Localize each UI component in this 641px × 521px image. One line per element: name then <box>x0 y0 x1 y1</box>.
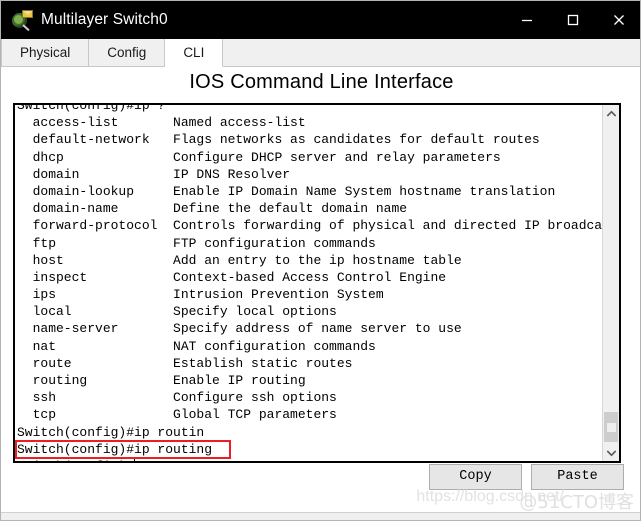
scrollbar-track[interactable] <box>603 122 619 444</box>
tab-config[interactable]: Config <box>89 39 166 66</box>
terminal-line: nat NAT configuration commands <box>17 338 376 354</box>
watermark-brand: @51CTO博客 <box>519 492 634 513</box>
terminal-line: dhcp Configure DHCP server and relay par… <box>17 149 501 165</box>
terminal-line: Switch(config)#ip ? <box>17 105 166 113</box>
chevron-down-icon <box>606 449 616 456</box>
device-tab-strip: Physical Config CLI <box>1 39 640 67</box>
terminal-line: ssh Configure ssh options <box>17 390 337 406</box>
close-button[interactable] <box>596 1 640 39</box>
terminal-line: tcp Global TCP parameters <box>17 407 337 423</box>
terminal-line: routing Enable IP routing <box>17 373 306 388</box>
terminal-action-buttons: Copy Paste <box>429 464 624 490</box>
maximize-icon <box>567 14 579 26</box>
scroll-up-button[interactable] <box>603 105 619 122</box>
multilayer-switch-window: Multilayer Switch0 Physical Config CLI I… <box>0 0 641 521</box>
minimize-button[interactable] <box>504 1 550 39</box>
packet-tracer-switch-icon <box>11 9 33 32</box>
window-bottom-strip <box>1 512 640 520</box>
tab-cli[interactable]: CLI <box>165 39 224 67</box>
terminal-line: domain-name Define the default domain na… <box>17 201 408 217</box>
terminal-line: host Add an entry to the ip hostname tab… <box>17 252 462 268</box>
terminal-scrollbar[interactable] <box>602 105 619 461</box>
title-bar: Multilayer Switch0 <box>1 1 640 39</box>
terminal-line: access-list Named access-list <box>17 115 306 131</box>
paste-button[interactable]: Paste <box>531 464 624 490</box>
watermark-url: https://blog.csdn.net/ <box>416 488 564 505</box>
terminal-line: ftp FTP configuration commands <box>17 235 376 251</box>
cli-output-text: Switch(config)#ip ? access-list Named ac… <box>17 105 602 461</box>
chevron-up-icon <box>606 110 616 117</box>
terminal-line: Switch(config)#ip routin <box>17 424 205 440</box>
scrollbar-thumb[interactable] <box>604 412 618 442</box>
watermark: https://blog.csdn.net/ @51CTO博客 <box>1 488 640 514</box>
text-cursor <box>134 458 136 461</box>
maximize-button[interactable] <box>550 1 596 39</box>
terminal-line: route Establish static routes <box>17 355 353 371</box>
terminal-line: Switch(config)#ip routing <box>17 441 213 457</box>
page-title: IOS Command Line Interface <box>189 71 454 93</box>
close-icon <box>614 15 624 25</box>
terminal-line: local Specify local options <box>17 304 337 320</box>
scroll-down-button[interactable] <box>603 444 619 461</box>
terminal-line: name-server Specify address of name serv… <box>17 321 462 337</box>
terminal-line: default-network Flags networks as candid… <box>17 132 540 148</box>
terminal-line: inspect Context-based Access Control Eng… <box>17 269 447 285</box>
terminal-line: domain-lookup Enable IP Domain Name Syst… <box>17 183 556 199</box>
window-controls <box>504 1 640 39</box>
terminal-line: Switch(config)# <box>17 458 602 461</box>
terminal-line: domain IP DNS Resolver <box>17 166 291 182</box>
copy-button[interactable]: Copy <box>429 464 522 490</box>
tab-physical[interactable]: Physical <box>1 39 90 66</box>
cli-terminal[interactable]: Switch(config)#ip ? access-list Named ac… <box>13 103 621 463</box>
terminal-line: ips Intrusion Prevention System <box>17 287 384 303</box>
minimize-icon <box>522 19 532 22</box>
window-title: Multilayer Switch0 <box>41 11 168 28</box>
terminal-line: forward-protocol Controls forwarding of … <box>17 218 602 234</box>
cli-output-area[interactable]: Switch(config)#ip ? access-list Named ac… <box>15 105 602 461</box>
